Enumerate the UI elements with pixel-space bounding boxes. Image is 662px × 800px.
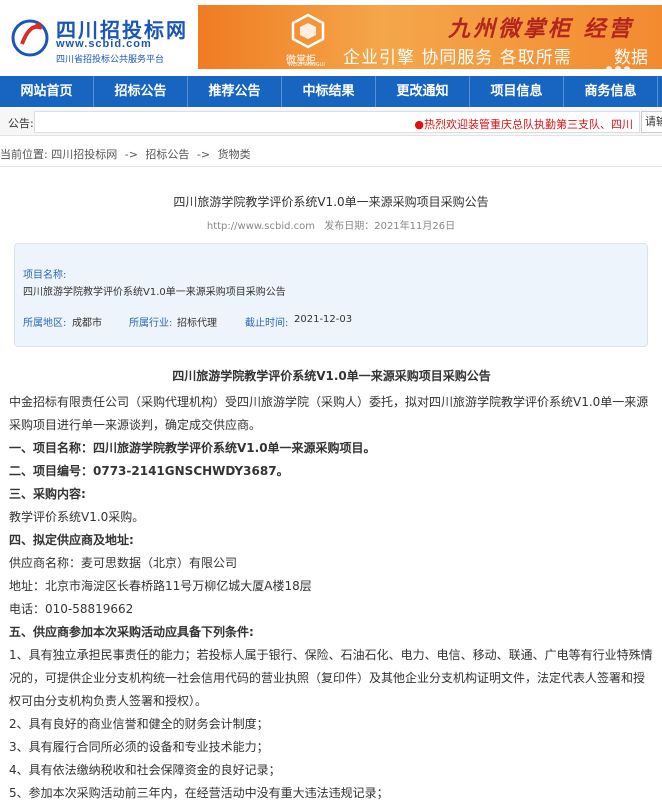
nav-item-change-notices[interactable]: 更改通知 [376, 76, 470, 107]
body-paragraph: 供应商名称：麦可思数据（北京）有限公司 [9, 556, 238, 570]
logo-url: www.scbid.com [56, 38, 152, 50]
cube-logo-icon [291, 13, 325, 49]
notice-ticker-text[interactable]: ●热烈欢迎装管重庆总队执勤第三支队、四川 [414, 116, 633, 132]
carousel-dots[interactable] [606, 57, 633, 69]
notice-ticker[interactable]: ●热烈欢迎装管重庆总队执勤第三支队、四川 [34, 111, 640, 133]
body-heading: 三、采购内容: [9, 487, 86, 501]
breadcrumb-separator: -> [124, 148, 138, 161]
nav-item-recommended[interactable]: 推荐公告 [188, 76, 282, 107]
body-paragraph: 5、参加本次采购活动前三年内，在经营活动中没有重大违法违规记录； [9, 786, 389, 800]
site-header: 四川招投标网 www.scbid.com 四川省招投标公共服务平台 微掌柜 WE… [0, 0, 662, 76]
project-name-value: 四川旅游学院教学评价系统V1.0单一来源采购项目采购公告 [23, 287, 286, 298]
region-value: 成都市 [72, 318, 102, 329]
nav-item-home[interactable]: 网站首页 [0, 76, 94, 107]
project-name-label: 项目名称: [23, 270, 67, 281]
banner-brand-en: WEIZHANGGUI [288, 62, 325, 68]
article-meta: http://www.scbid.com 发布日期：2021年11月26日 [0, 217, 662, 232]
body-heading: 四、拟定供应商及地址: [9, 533, 134, 547]
notice-label: 公告: [8, 117, 34, 130]
body-paragraph: 教学评价系统V1.0采购。 [9, 510, 145, 524]
banner-slogan: 企业引擎 协同服务 各取所需 [343, 48, 572, 68]
body-heading: 一、项目名称：四川旅游学院教学评价系统V1.0单一来源采购项目。 [9, 441, 376, 455]
nav-item-award-results[interactable]: 中标结果 [282, 76, 376, 107]
body-paragraph: 中金招标有限责任公司（采购代理机构）受四川旅游学院（采购人）委托，拟对四川旅游学… [9, 395, 649, 432]
nav-item-project-info[interactable]: 项目信息 [470, 76, 564, 107]
article-title: 四川旅游学院教学评价系统V1.0单一来源采购项目采购公告 [173, 195, 489, 209]
breadcrumb-separator: -> [196, 148, 211, 161]
logo-subtitle: 四川省招投标公共服务平台 [56, 55, 165, 65]
deadline-value: 2021-12-03 [294, 314, 353, 325]
breadcrumb-link-home[interactable]: 四川招投标网 [51, 148, 117, 161]
article-body: 四川旅游学院教学评价系统V1.0单一来源采购项目采购公告 中金招标有限责任公司（… [9, 367, 654, 800]
body-paragraph: 2、具有良好的商业信誉和健全的财务会计制度； [9, 717, 269, 731]
ad-banner[interactable]: 微掌柜 WEIZHANGGUI 九州微掌柜 经营 企业引擎 协同服务 各取所需 … [198, 5, 662, 69]
breadcrumb: 当前位置: 四川招投标网 -> 招标公告 -> 货物类 [0, 146, 251, 162]
breadcrumb-link-notices[interactable]: 招标公告 [145, 148, 189, 161]
project-info-box: 项目名称: 四川旅游学院教学评价系统V1.0单一来源采购项目采购公告 所属地区:… [14, 243, 648, 347]
body-paragraph: 1、具有独立承担民事责任的能力；若投标人属于银行、保险、石油石化、电力、电信、移… [9, 648, 653, 708]
notice-bar: 公告: ●热烈欢迎装管重庆总队执勤第三支队、四川 请输 [0, 108, 662, 136]
article-source-url[interactable]: http://www.scbid.com [207, 221, 315, 232]
nav-item-tender-notices[interactable]: 招标公告 [94, 76, 188, 107]
breadcrumb-prefix: 当前位置: [0, 148, 48, 161]
body-heading: 五、供应商参加本次采购活动应具备下列条件: [9, 625, 254, 639]
divider [0, 166, 662, 167]
body-paragraph: 电话：010-58819662 [9, 602, 134, 616]
body-paragraph: 地址：北京市海淀区长春桥路11号万柳亿城大厦A楼18层 [9, 579, 312, 593]
industry-label: 所属行业: [129, 318, 173, 329]
body-heading: 二、项目编号：0773-2141GNSCHWDY3687。 [9, 464, 289, 478]
deadline-label: 截止时间: [245, 318, 289, 329]
body-paragraph: 4、具有依法缴纳税收和社会保障资金的良好记录； [9, 763, 281, 777]
banner-title: 九州微掌柜 经营 [448, 16, 634, 42]
article-date: 发布日期：2021年11月26日 [324, 221, 456, 232]
logo-mark-icon [11, 19, 49, 57]
main-nav: 网站首页 招标公告 推荐公告 中标结果 更改通知 项目信息 商务信息 [0, 76, 662, 107]
region-label: 所属地区: [23, 318, 67, 329]
breadcrumb-link-goods[interactable]: 货物类 [218, 148, 251, 161]
site-logo[interactable]: 四川招投标网 www.scbid.com 四川省招投标公共服务平台 [8, 8, 198, 66]
nav-item-business-info[interactable]: 商务信息 [564, 76, 658, 107]
industry-value: 招标代理 [177, 318, 217, 329]
search-input[interactable]: 请输 [641, 111, 662, 133]
body-paragraph: 3、具有履行合同所必须的设备和专业技术能力； [9, 740, 269, 754]
body-title: 四川旅游学院教学评价系统V1.0单一来源采购项目采购公告 [172, 369, 491, 383]
